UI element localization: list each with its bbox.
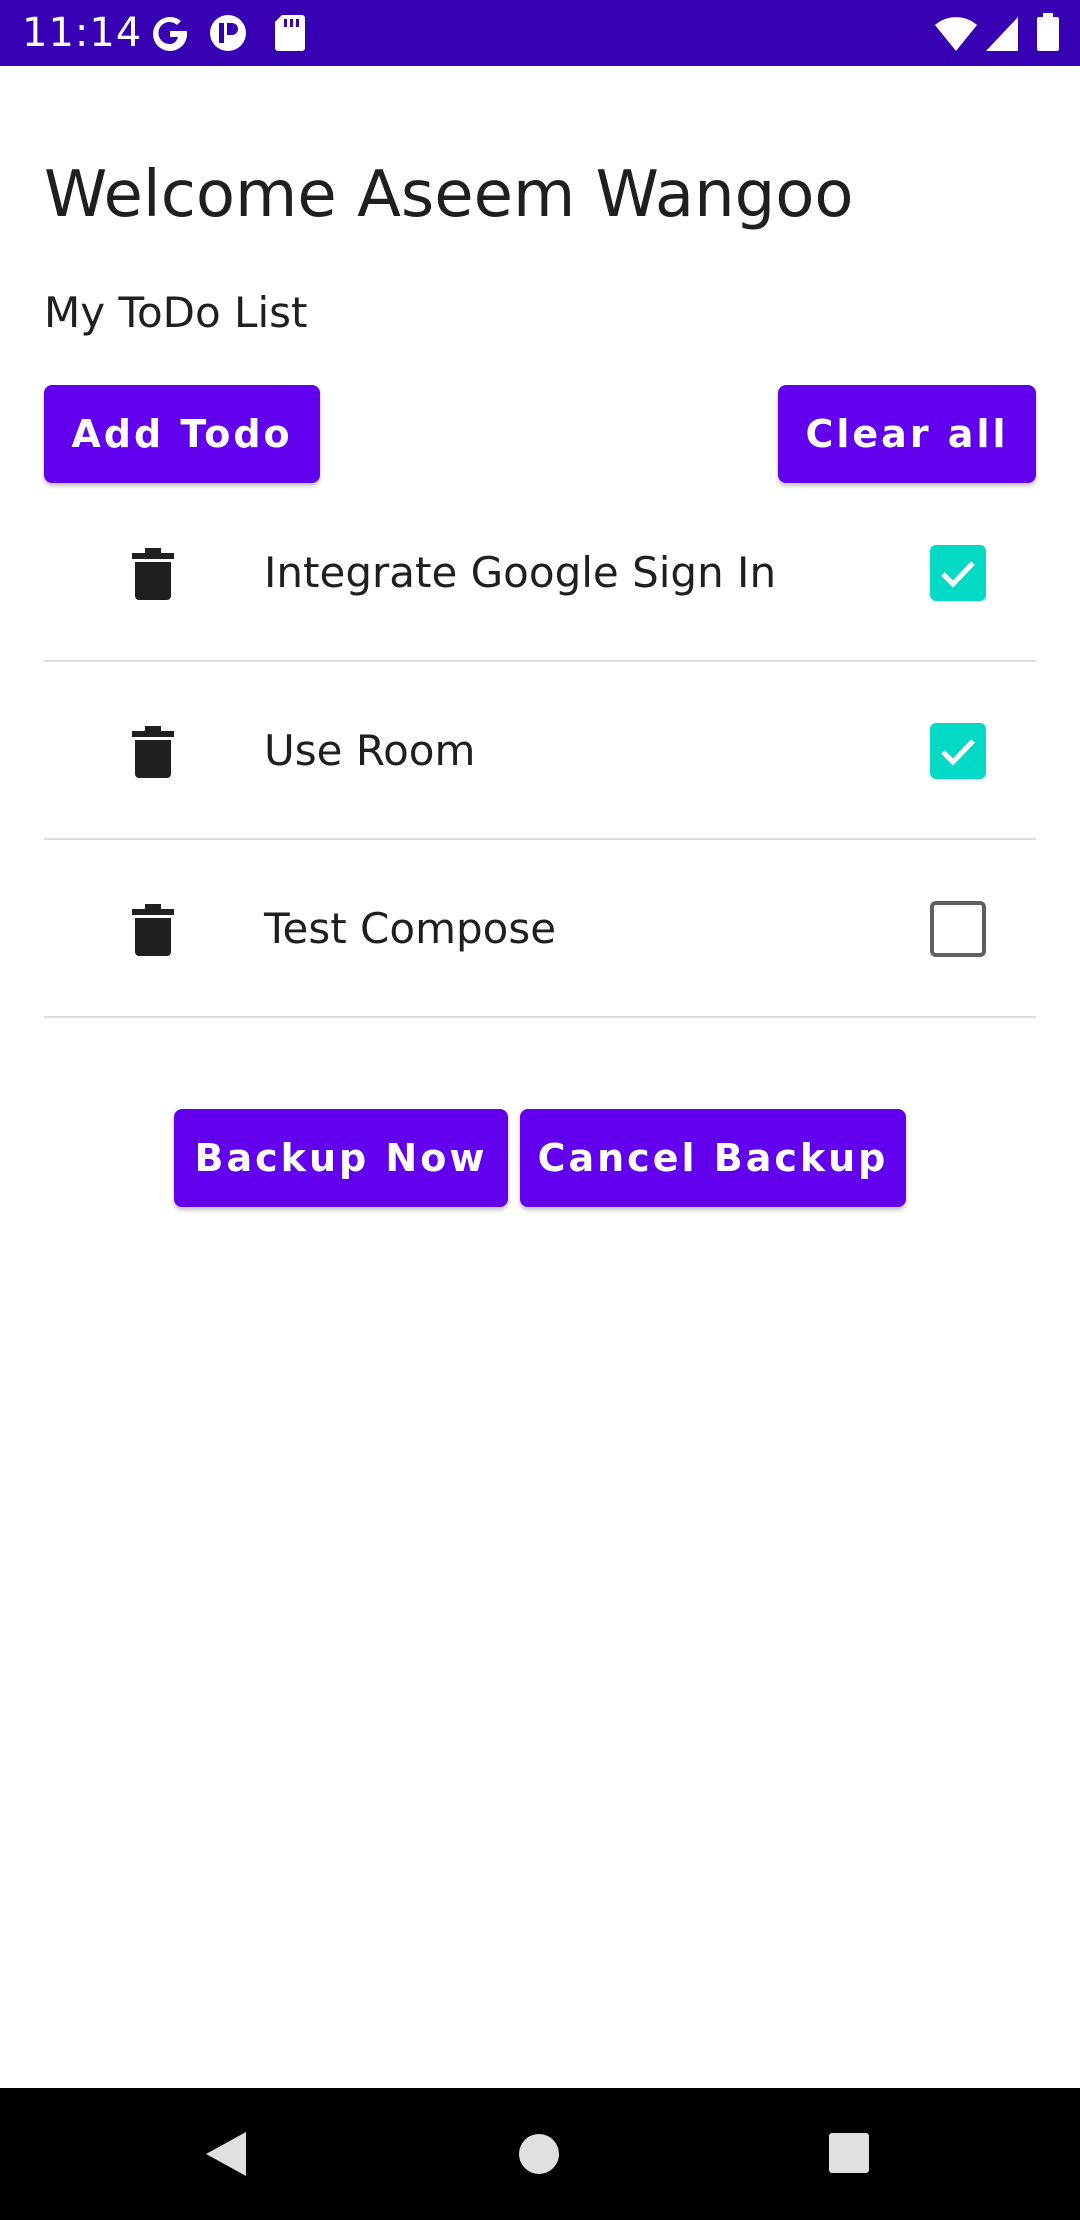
delete-icon[interactable]	[132, 548, 174, 600]
cell-signal-icon	[986, 17, 1018, 51]
delete-icon[interactable]	[132, 904, 174, 956]
battery-icon	[1037, 13, 1059, 51]
delete-icon[interactable]	[132, 726, 174, 778]
welcome-title: Welcome Aseem Wangoo	[44, 158, 854, 232]
todo-text: Integrate Google Sign In	[264, 548, 777, 597]
recents-icon[interactable]	[828, 2132, 870, 2174]
todo-row: Test Compose	[44, 840, 1036, 1018]
back-icon[interactable]	[204, 2130, 248, 2178]
list-subtitle: My ToDo List	[44, 288, 308, 337]
notification-app-icon	[210, 15, 246, 51]
todo-text: Use Room	[264, 726, 476, 775]
google-g-icon	[153, 16, 188, 51]
navigation-bar	[0, 2088, 1080, 2220]
checkmark-icon	[941, 739, 975, 766]
wifi-icon	[935, 17, 977, 51]
todo-checkbox[interactable]	[930, 901, 986, 957]
backup-now-button[interactable]: Backup Now	[174, 1109, 508, 1207]
clear-all-button[interactable]: Clear all	[778, 385, 1036, 483]
checkmark-icon	[941, 561, 975, 588]
cancel-backup-button[interactable]: Cancel Backup	[520, 1109, 906, 1207]
todo-text: Test Compose	[264, 904, 557, 953]
status-bar: 11:14	[0, 0, 1080, 66]
status-time: 11:14	[22, 10, 143, 56]
todo-checkbox[interactable]	[930, 545, 986, 601]
todo-row: Integrate Google Sign In	[44, 484, 1036, 662]
todo-checkbox[interactable]	[930, 723, 986, 779]
add-todo-button[interactable]: Add Todo	[44, 385, 320, 483]
todo-row: Use Room	[44, 662, 1036, 840]
sd-card-icon	[275, 15, 305, 51]
home-icon[interactable]	[518, 2133, 560, 2175]
